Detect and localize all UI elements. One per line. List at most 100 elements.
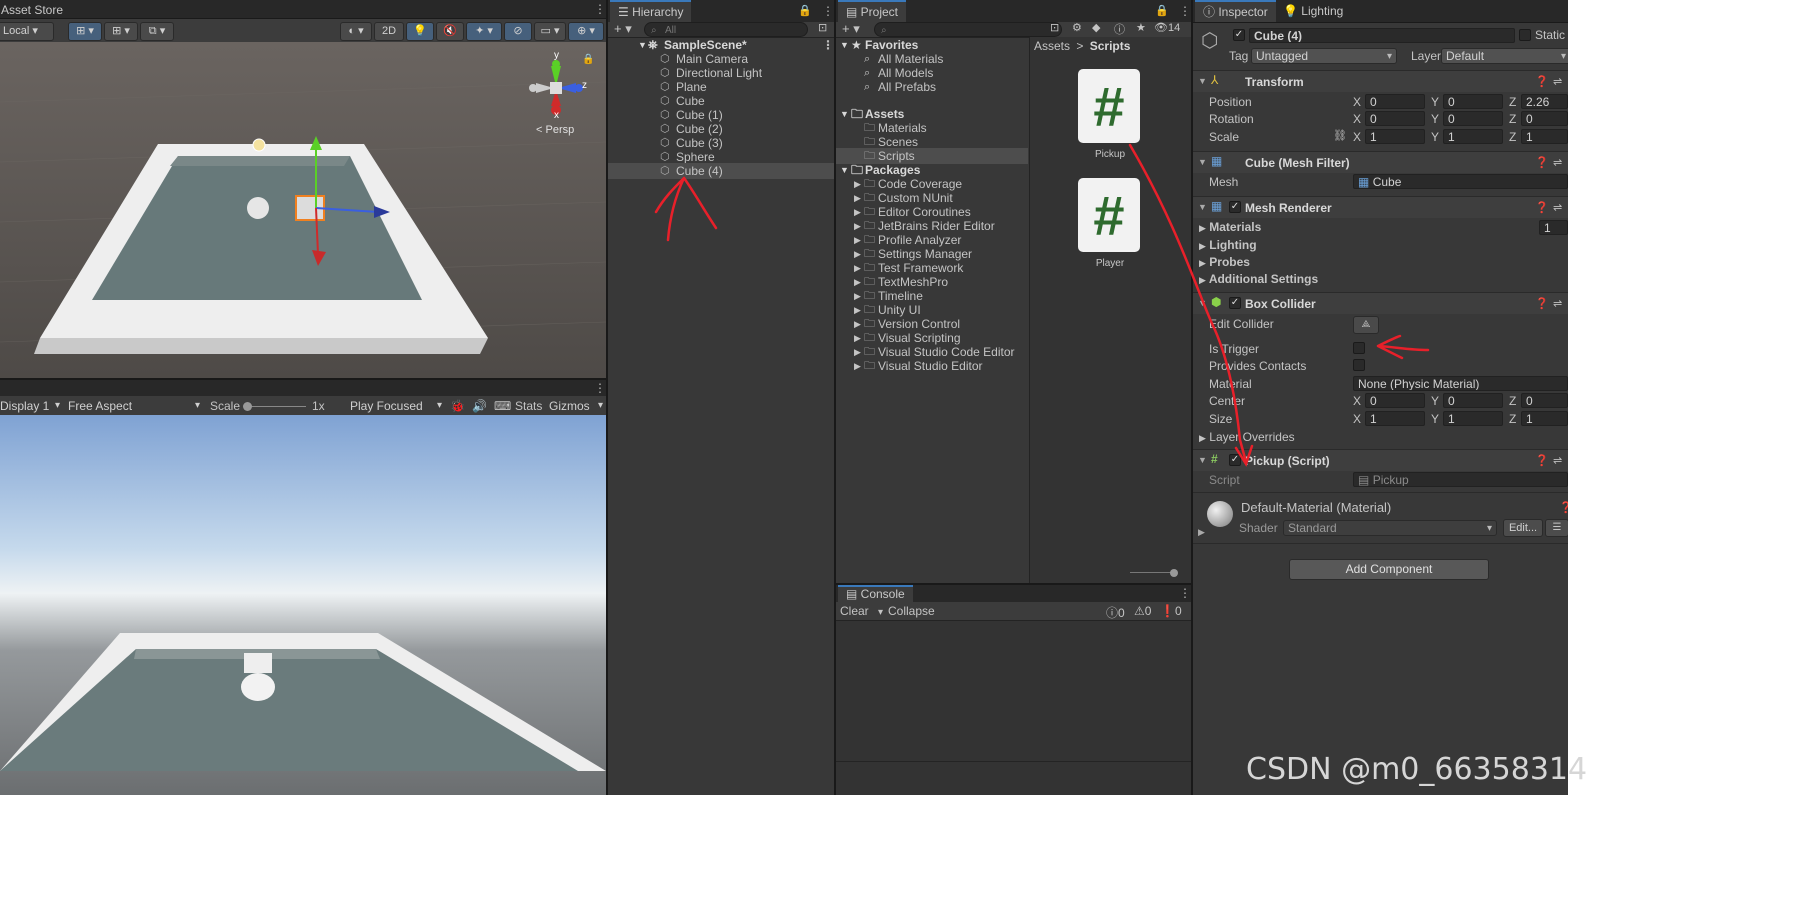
center-y-field[interactable]: 0 bbox=[1443, 393, 1503, 408]
mesh-renderer-fold-arrow[interactable]: ▼ bbox=[1198, 202, 1207, 212]
mesh-filter-help-icon[interactable]: ❓ bbox=[1535, 156, 1549, 169]
grid-snap-button[interactable]: ⊞ ▾ bbox=[68, 22, 102, 41]
position-x-field[interactable]: 0 bbox=[1365, 94, 1425, 109]
game-menu-icon[interactable]: ⋮ bbox=[594, 382, 606, 394]
scene-viewport[interactable] bbox=[0, 42, 606, 378]
pickup-script-settings-icon[interactable]: ⇌ bbox=[1553, 454, 1562, 467]
box-collider-header[interactable]: ▼ ⬢ ✓ Box Collider ❓ ⇌ bbox=[1193, 292, 1568, 314]
project-search-input[interactable]: ⌕ bbox=[874, 22, 1062, 37]
tab-lighting[interactable]: 💡 Lighting bbox=[1275, 0, 1351, 22]
shader-edit-button[interactable]: Edit... bbox=[1503, 519, 1543, 537]
console-warning-toggle[interactable]: ⚠0 bbox=[1134, 604, 1151, 618]
probes-foldout[interactable]: ▶ Probes bbox=[1199, 255, 1250, 269]
hidden-packages-icon[interactable]: 👁14 bbox=[1154, 21, 1180, 34]
pickup-script-header[interactable]: ▼ # ✓ Pickup (Script) ❓ ⇌ bbox=[1193, 449, 1568, 471]
search-warnings-icon[interactable]: ⓘ bbox=[1114, 21, 1125, 37]
scene-effects-button[interactable]: ✦ ▾ bbox=[466, 22, 502, 41]
stats-button[interactable]: Stats bbox=[515, 399, 542, 413]
transform-settings-icon[interactable]: ⇌ bbox=[1553, 75, 1562, 88]
game-mute-icon[interactable]: 🔊 bbox=[472, 399, 487, 413]
console-log-area[interactable] bbox=[836, 621, 1191, 762]
box-collider-fold-arrow[interactable]: ▼ bbox=[1198, 298, 1207, 308]
scale-constrain-link-icon[interactable]: ⛓ bbox=[1333, 129, 1347, 142]
box-collider-settings-icon[interactable]: ⇌ bbox=[1553, 297, 1562, 310]
clear-options-icon[interactable]: ▾ bbox=[878, 607, 883, 618]
hierarchy-add-button[interactable]: + ▾ bbox=[614, 21, 632, 37]
center-z-field[interactable]: 0 bbox=[1521, 393, 1568, 408]
scene-menu-icon[interactable]: ⋮ bbox=[594, 3, 606, 15]
hierarchy-lock-icon[interactable]: 🔒 bbox=[798, 4, 812, 17]
hierarchy-item[interactable]: ⬡ Cube (4) bbox=[608, 163, 834, 179]
expand-arrow-icon[interactable]: ▶ bbox=[854, 358, 861, 374]
shader-dropdown[interactable]: Standard bbox=[1283, 520, 1497, 536]
edit-collider-button[interactable]: ⟁ bbox=[1353, 316, 1379, 334]
lighting-foldout[interactable]: ▶ Lighting bbox=[1199, 238, 1257, 252]
pickup-script-fold-arrow[interactable]: ▼ bbox=[1198, 455, 1207, 465]
script-asset-tile[interactable]: # Pickup bbox=[1076, 69, 1144, 169]
favorites-item[interactable]: ⌕ All Prefabs bbox=[836, 79, 1028, 95]
provides-contacts-checkbox[interactable] bbox=[1353, 359, 1365, 371]
scene-visibility-toggle[interactable]: ⊘ bbox=[504, 22, 532, 41]
pickup-script-help-icon[interactable]: ❓ bbox=[1535, 454, 1549, 467]
scene-row-menu-icon[interactable]: ⋮ bbox=[822, 39, 834, 51]
box-collider-enabled-checkbox[interactable]: ✓ bbox=[1229, 297, 1241, 309]
mesh-filter-fold-arrow[interactable]: ▼ bbox=[1198, 157, 1207, 167]
material-fold-arrow[interactable]: ▶ bbox=[1198, 527, 1205, 538]
aspect-dropdown[interactable]: Free Aspect ▾ bbox=[68, 398, 202, 414]
hierarchy-menu-icon[interactable]: ⋮ bbox=[822, 5, 834, 17]
scale-z-field[interactable]: 1 bbox=[1521, 129, 1568, 144]
scale-slider-thumb[interactable] bbox=[243, 402, 252, 411]
center-x-field[interactable]: 0 bbox=[1365, 393, 1425, 408]
scene-lighting-toggle[interactable]: 💡 bbox=[406, 22, 434, 41]
script-asset-tile[interactable]: # Player bbox=[1076, 178, 1144, 278]
scene-camera-button[interactable]: ▭ ▾ bbox=[534, 22, 566, 41]
tab-asset-store[interactable]: Asset Store bbox=[0, 0, 71, 18]
search-by-type-icon[interactable]: ⊡ bbox=[1050, 21, 1059, 34]
console-clear-button[interactable]: Clear ▾ bbox=[840, 604, 883, 618]
size-z-field[interactable]: 1 bbox=[1521, 411, 1568, 426]
breadcrumb-assets[interactable]: Assets bbox=[1034, 39, 1070, 53]
additional-settings-foldout[interactable]: ▶ Additional Settings bbox=[1199, 272, 1318, 286]
layer-dropdown[interactable]: Default bbox=[1441, 48, 1568, 64]
scene-lock-icon[interactable]: 🔒 bbox=[582, 54, 594, 65]
size-y-field[interactable]: 1 bbox=[1443, 411, 1503, 426]
hierarchy-filter-icon[interactable]: ⊡ bbox=[818, 21, 827, 34]
transform-header[interactable]: ▼ ⅄ Transform ❓ ⇌ bbox=[1193, 70, 1568, 92]
rotation-x-field[interactable]: 0 bbox=[1365, 111, 1425, 126]
shading-mode-button[interactable]: ◐ ▾ bbox=[340, 22, 372, 41]
materials-count-field[interactable]: 1 bbox=[1539, 220, 1568, 235]
transform-help-icon[interactable]: ❓ bbox=[1535, 75, 1549, 88]
rotation-y-field[interactable]: 0 bbox=[1443, 111, 1503, 126]
scene-audio-toggle[interactable]: 🔇 bbox=[436, 22, 464, 41]
pickup-script-enabled-checkbox[interactable]: ✓ bbox=[1229, 454, 1241, 466]
package-item[interactable]: ▶ 🗀 Visual Studio Editor bbox=[836, 358, 1028, 374]
layer-overrides-foldout[interactable]: ▶ Layer Overrides bbox=[1199, 430, 1295, 444]
mesh-filter-header[interactable]: ▼ ▦ Cube (Mesh Filter) ❓ ⇌ bbox=[1193, 151, 1568, 173]
mesh-renderer-header[interactable]: ▼ ▦ ✓ Mesh Renderer ❓ ⇌ bbox=[1193, 196, 1568, 218]
tab-inspector[interactable]: ⓘ Inspector bbox=[1195, 0, 1276, 22]
mesh-renderer-enabled-checkbox[interactable]: ✓ bbox=[1229, 201, 1241, 213]
mesh-renderer-help-icon[interactable]: ❓ bbox=[1535, 201, 1549, 214]
favorites-star-icon[interactable]: ★ bbox=[1136, 21, 1146, 34]
thumbnail-size-thumb[interactable] bbox=[1170, 569, 1178, 577]
scale-slider[interactable] bbox=[244, 406, 306, 407]
search-by-label-icon[interactable]: ◆ bbox=[1092, 21, 1100, 34]
project-menu-icon[interactable]: ⋮ bbox=[1179, 5, 1191, 17]
pivot-rotation-dropdown[interactable]: Local ▾ bbox=[0, 22, 54, 41]
box-collider-help-icon[interactable]: ❓ bbox=[1535, 297, 1549, 310]
persp-label[interactable]: < Persp bbox=[536, 124, 574, 136]
add-component-button[interactable]: Add Component bbox=[1289, 559, 1489, 580]
tag-dropdown[interactable]: Untagged bbox=[1251, 48, 1397, 64]
mesh-filter-settings-icon[interactable]: ⇌ bbox=[1553, 156, 1562, 169]
transform-fold-arrow[interactable]: ▼ bbox=[1198, 76, 1207, 86]
tab-hierarchy[interactable]: ☰ Hierarchy bbox=[610, 0, 692, 22]
display-dropdown[interactable]: Display 1 ▾ bbox=[0, 398, 62, 414]
shader-menu-button[interactable]: ☰ bbox=[1545, 519, 1568, 537]
object-name-field[interactable]: Cube (4) bbox=[1249, 28, 1515, 43]
scale-x-field[interactable]: 1 bbox=[1365, 129, 1425, 144]
materials-foldout[interactable]: ▶ Materials bbox=[1199, 220, 1261, 234]
mode-2d-button[interactable]: 2D bbox=[374, 22, 404, 41]
size-x-field[interactable]: 1 bbox=[1365, 411, 1425, 426]
game-keyboard-icon[interactable]: ⌨ bbox=[494, 399, 511, 413]
gizmos-dropdown[interactable]: Gizmos ▾ bbox=[549, 398, 605, 414]
